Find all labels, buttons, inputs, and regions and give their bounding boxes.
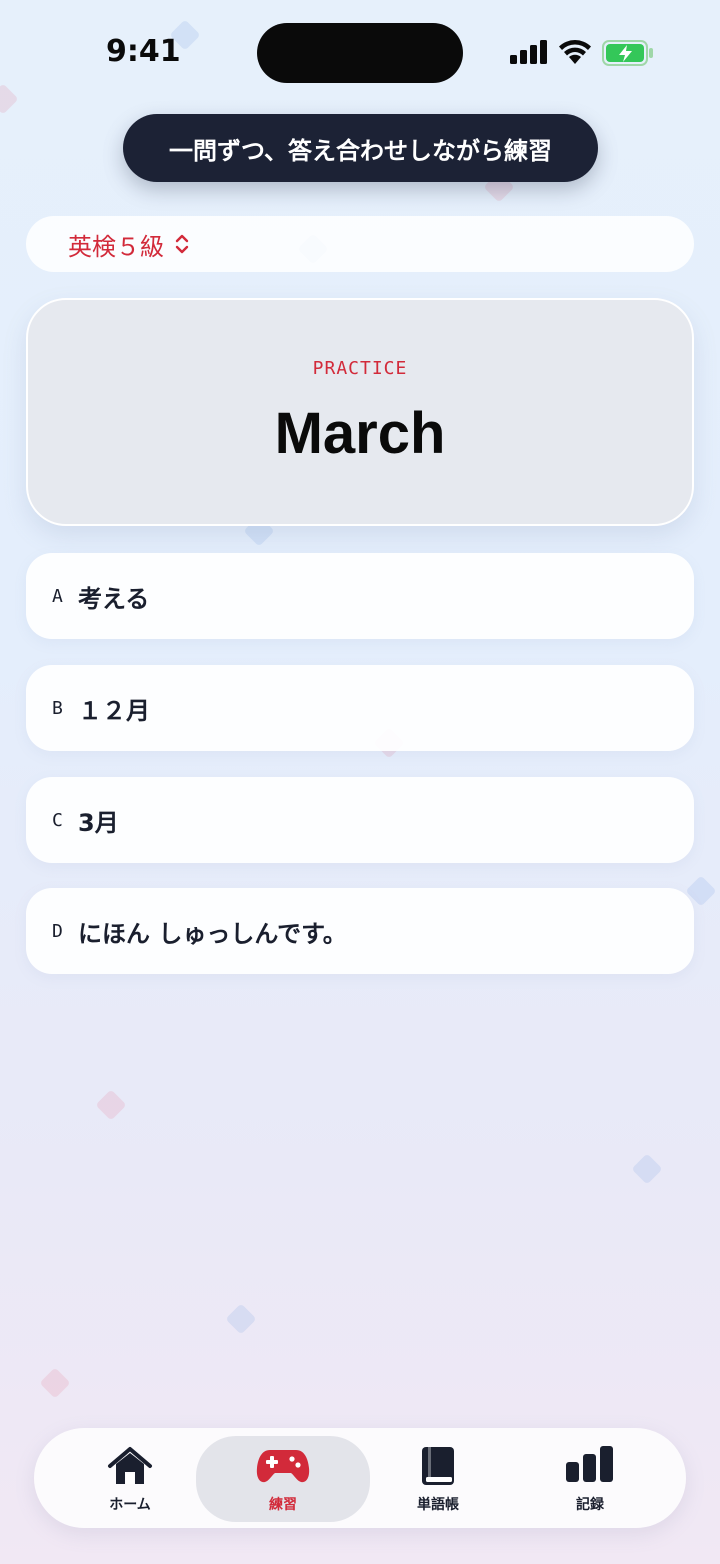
- option-letter: A: [52, 585, 63, 607]
- option-text: にほん しゅっしんです。: [78, 919, 347, 948]
- tab-bar: ホーム 練習 単語帳 記録: [34, 1428, 686, 1528]
- dynamic-island: [257, 23, 463, 83]
- tab-label: ホーム: [109, 1497, 151, 1513]
- status-time: 9:41: [106, 34, 181, 69]
- answer-option-d[interactable]: D にほん しゅっしんです。: [26, 888, 694, 974]
- option-text: １２月: [78, 696, 150, 725]
- level-selector[interactable]: 英検５級: [26, 216, 694, 272]
- option-letter: D: [52, 920, 63, 942]
- option-text: 3月: [78, 808, 119, 837]
- option-letter: C: [52, 809, 63, 831]
- tab-label: 記録: [576, 1497, 604, 1513]
- gamepad-icon: [256, 1450, 310, 1483]
- question-card: PRACTICE March: [26, 298, 694, 526]
- book-icon: [422, 1447, 454, 1485]
- home-icon: [108, 1447, 152, 1484]
- background-decoration: [39, 1367, 71, 1399]
- tab-practice[interactable]: 練習: [196, 1436, 370, 1522]
- option-letter: B: [52, 697, 63, 719]
- background-decoration: [631, 1153, 663, 1185]
- chevron-up-down-icon: [175, 234, 189, 254]
- question-word: March: [274, 401, 446, 466]
- answer-option-c[interactable]: C 3月: [26, 777, 694, 863]
- tab-label: 練習: [269, 1497, 297, 1513]
- background-decoration: [225, 1303, 257, 1335]
- option-text: 考える: [78, 584, 150, 613]
- card-kicker: PRACTICE: [312, 358, 408, 379]
- tab-records[interactable]: 記録: [510, 1428, 670, 1528]
- level-selector-label: 英検５級: [68, 232, 164, 261]
- background-decoration: [95, 1089, 127, 1121]
- answer-option-a[interactable]: A 考える: [26, 553, 694, 639]
- tab-home[interactable]: ホーム: [50, 1428, 210, 1528]
- bar-chart-icon: [566, 1446, 613, 1482]
- answer-option-b[interactable]: B １２月: [26, 665, 694, 751]
- wifi-icon: [559, 40, 591, 64]
- tab-label: 単語帳: [417, 1497, 459, 1513]
- cellular-signal-icon: [510, 40, 547, 64]
- hint-toast-text: 一問ずつ、答え合わせしながら練習: [168, 136, 553, 165]
- battery-charging-icon: [602, 40, 653, 66]
- status-bar: 9:41: [0, 0, 720, 100]
- tab-wordbook[interactable]: 単語帳: [358, 1428, 518, 1528]
- hint-toast: 一問ずつ、答え合わせしながら練習: [123, 114, 598, 182]
